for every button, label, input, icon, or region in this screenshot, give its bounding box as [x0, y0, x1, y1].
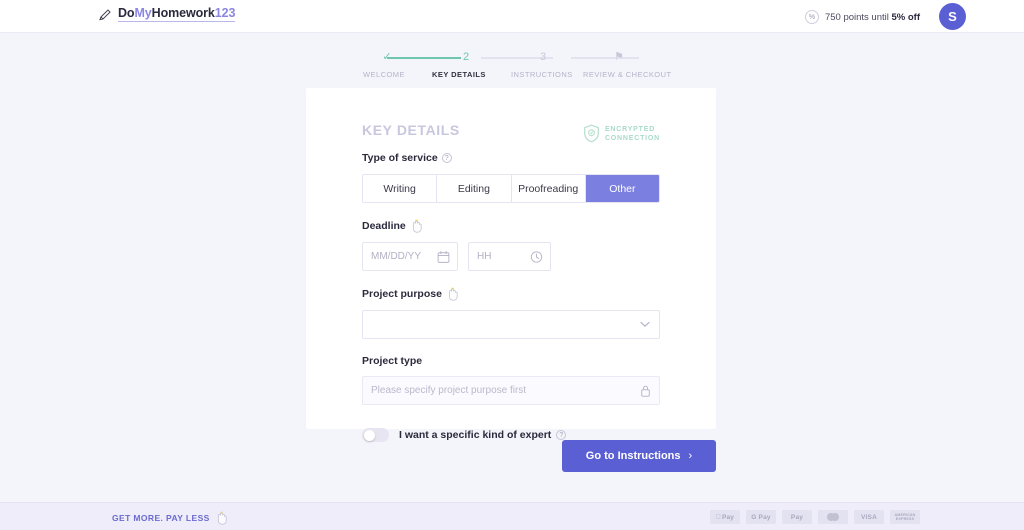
payment-methods: Pay G Pay Pay VISA AMERICAN EXPRESS — [710, 510, 920, 524]
chevron-down-icon[interactable] — [640, 321, 650, 328]
expert-toggle-switch[interactable] — [362, 428, 389, 442]
points-discount: 5% off — [891, 11, 921, 23]
expert-toggle-label: I want a specific kind of expert — [399, 429, 552, 441]
lock-icon — [641, 385, 650, 397]
project-type-label-row: Project type — [362, 355, 660, 367]
tab-editing[interactable]: Editing — [437, 175, 512, 202]
deadline-time-placeholder: HH — [477, 251, 492, 262]
logo-part-123: 123 — [214, 6, 236, 20]
project-purpose-label: Project purpose — [362, 288, 442, 300]
expert-help-icon[interactable]: ? — [556, 430, 567, 440]
project-purpose-section: Project purpose — [362, 287, 660, 339]
tab-writing[interactable]: Writing — [363, 175, 438, 202]
stepper-marks: ✓ 2 3 ⚑ — [355, 50, 675, 64]
tab-proofreading[interactable]: Proofreading — [511, 175, 586, 202]
logo-part-do: Do — [118, 6, 135, 20]
deadline-label-row: Deadline — [362, 219, 660, 233]
encrypted-connection-badge: ENCRYPTED CONNECTION — [583, 124, 660, 143]
cta-label: Go to Instructions — [585, 450, 681, 462]
mastercard-icon — [818, 510, 848, 524]
chevron-right-icon: › — [688, 450, 693, 462]
loyalty-points[interactable]: % 750 points until 5% off — [804, 10, 920, 24]
shield-check-icon — [584, 124, 599, 143]
logo-part-homework: Homework — [151, 6, 215, 20]
step-mark-review[interactable]: ⚑ — [607, 50, 631, 64]
apple-glyph:  — [716, 514, 721, 521]
tab-other[interactable]: Other — [585, 175, 659, 202]
clock-icon[interactable] — [530, 250, 543, 264]
google-pay-icon: G Pay — [746, 510, 776, 524]
footer-bar: GET MORE. PAY LESS Pay G Pay Pay VISA A… — [0, 502, 1024, 530]
calendar-icon[interactable] — [437, 250, 450, 264]
top-header-bar: DoMyHomework123 % 750 points until 5% of… — [0, 0, 1024, 33]
ms-pay-label: Pay — [790, 513, 804, 521]
encrypted-line-1: ENCRYPTED — [604, 125, 656, 133]
step-label-review[interactable]: REVIEW & CHECKOUT — [583, 70, 672, 79]
progress-stepper: ✓ 2 3 ⚑ WELCOME KEY DETAILS INSTRUCTIONS… — [355, 50, 675, 82]
deadline-date-placeholder: MM/DD/YY — [371, 251, 421, 262]
deadline-date-input[interactable]: MM/DD/YY — [362, 242, 458, 271]
project-purpose-select[interactable] — [362, 310, 660, 339]
encrypted-line-2: CONNECTION — [604, 134, 660, 142]
key-details-card: KEY DETAILS ENCRYPTED CONNECTION Type of… — [306, 88, 716, 442]
service-section: Type of service ? Writing Editing Proofr… — [362, 152, 660, 203]
hand-cursor-icon — [217, 511, 227, 525]
deadline-section: Deadline MM/DD/YY HH — [362, 219, 660, 271]
step-mark-welcome[interactable]: ✓ — [375, 50, 399, 64]
encrypted-text: ENCRYPTED CONNECTION — [605, 125, 660, 143]
project-type-placeholder: Please specify project purpose first — [371, 385, 527, 396]
service-help-icon[interactable]: ? — [441, 153, 452, 163]
logo-part-my: My — [134, 6, 152, 20]
step-mark-instructions[interactable]: 3 — [531, 50, 555, 64]
service-label-row: Type of service ? — [362, 152, 660, 164]
project-purpose-label-row: Project purpose — [362, 287, 660, 301]
deadline-time-input[interactable]: HH — [468, 242, 551, 271]
stepper-labels: WELCOME KEY DETAILS INSTRUCTIONS REVIEW … — [355, 70, 675, 82]
footer-tagline: GET MORE. PAY LESS — [112, 513, 210, 523]
expert-toggle-label-row: I want a specific kind of expert ? — [399, 429, 567, 441]
mastercard-circle-right — [831, 513, 839, 521]
step-label-welcome[interactable]: WELCOME — [363, 70, 405, 79]
go-to-instructions-button[interactable]: Go to Instructions › — [562, 440, 716, 472]
hand-cursor-icon — [448, 287, 458, 301]
pencil-icon — [99, 8, 111, 20]
percent-icon: % — [804, 10, 819, 24]
footer-tagline-row[interactable]: GET MORE. PAY LESS — [112, 511, 228, 525]
page-root: DoMyHomework123 % 750 points until 5% of… — [0, 0, 1024, 530]
visa-icon: VISA — [854, 510, 884, 524]
avatar[interactable]: S — [939, 3, 966, 30]
step-label-key-details[interactable]: KEY DETAILS — [432, 70, 486, 79]
apple-pay-label: Pay — [719, 513, 734, 521]
service-tabs: Writing Editing Proofreading Other — [362, 174, 660, 203]
project-type-input: Please specify project purpose first — [362, 376, 660, 405]
apple-pay-icon: Pay — [710, 510, 740, 524]
microsoft-pay-icon: Pay — [782, 510, 812, 524]
site-logo[interactable]: DoMyHomework123 — [98, 6, 235, 22]
deadline-label: Deadline — [362, 220, 406, 232]
hand-cursor-icon — [412, 219, 422, 233]
points-text: 750 points until 5% off — [825, 12, 920, 23]
step-label-instructions[interactable]: INSTRUCTIONS — [511, 70, 573, 79]
points-prefix: 750 points until — [824, 11, 892, 23]
deadline-inputs: MM/DD/YY HH — [362, 242, 660, 271]
project-type-section: Project type Please specify project purp… — [362, 355, 660, 405]
card-content: KEY DETAILS ENCRYPTED CONNECTION Type of… — [362, 122, 660, 442]
project-type-label: Project type — [362, 355, 423, 367]
logo-text: DoMyHomework123 — [118, 6, 235, 22]
step-mark-key-details[interactable]: 2 — [454, 50, 478, 64]
service-label: Type of service — [362, 152, 438, 164]
amex-icon: AMERICAN EXPRESS — [890, 510, 920, 524]
toggle-knob — [363, 429, 375, 441]
